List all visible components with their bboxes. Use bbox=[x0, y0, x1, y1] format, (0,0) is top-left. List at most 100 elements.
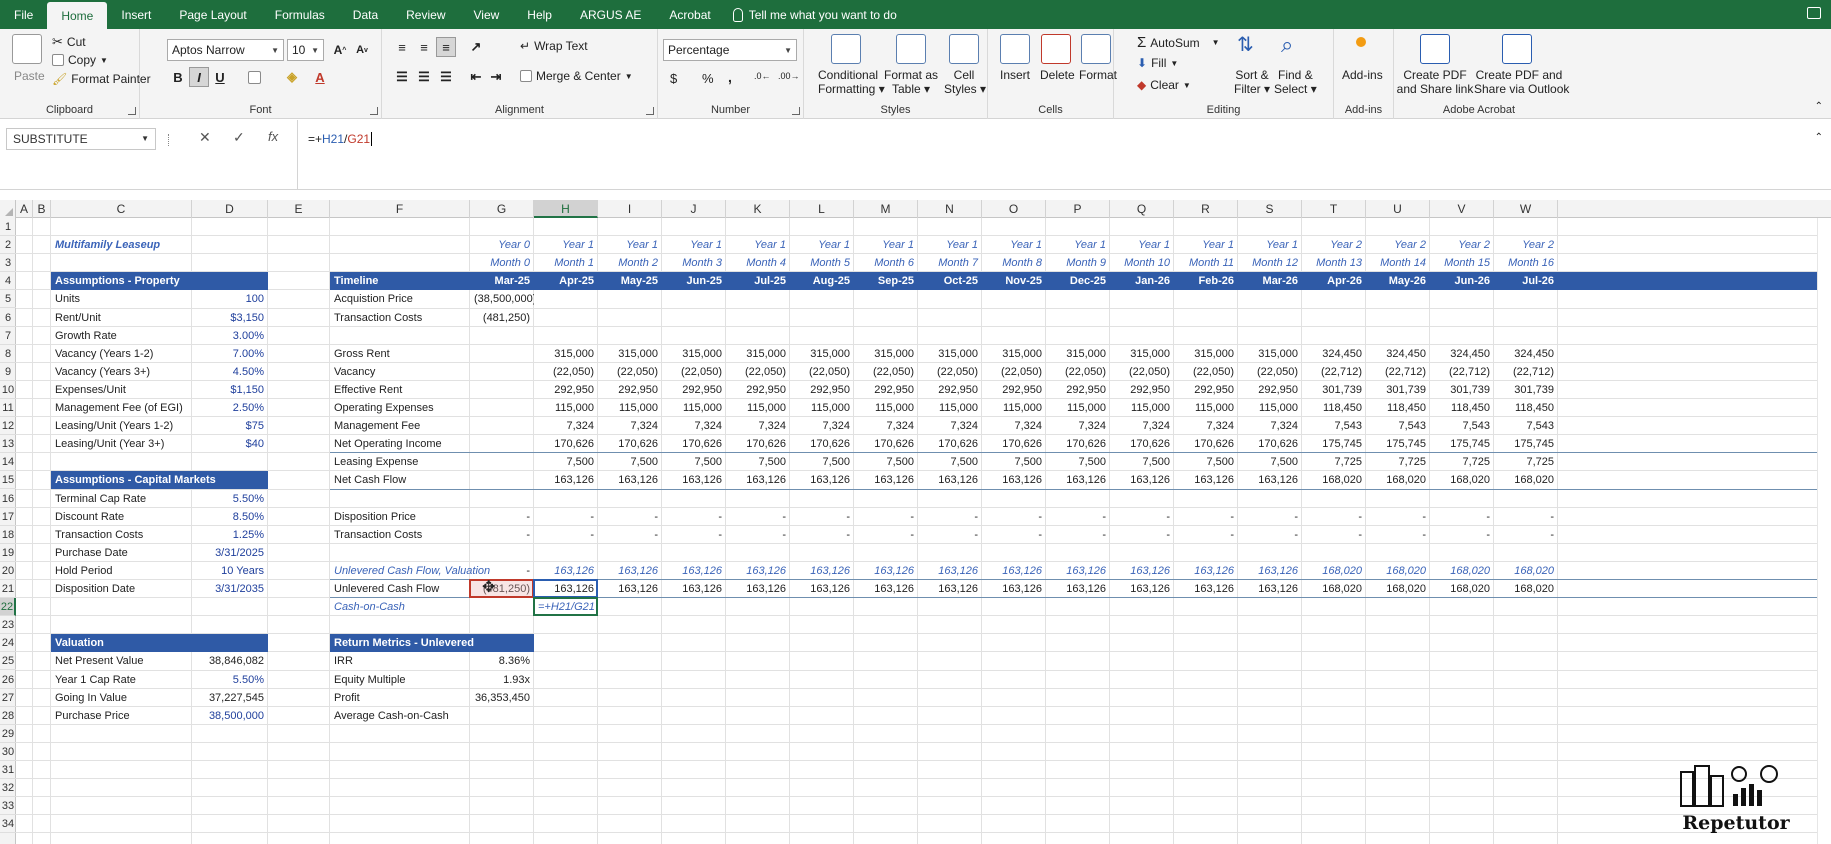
ucf-value[interactable]: 168,020 bbox=[1430, 580, 1494, 598]
cf-value[interactable]: 175,745 bbox=[1366, 435, 1430, 453]
cf-value[interactable]: 324,450 bbox=[1494, 345, 1558, 363]
find-select-button[interactable]: Find & Select ▾ bbox=[1274, 68, 1317, 96]
row-header-31[interactable]: 31 bbox=[0, 761, 16, 779]
indent-increase-icon[interactable]: ⇥ bbox=[486, 67, 506, 87]
cf-value[interactable]: (22,712) bbox=[1494, 363, 1558, 381]
create-pdf-share-button[interactable]: Create PDF and Share link bbox=[1394, 68, 1476, 96]
cf-value[interactable]: (22,050) bbox=[1110, 363, 1174, 381]
align-right-icon[interactable]: ☰ bbox=[436, 67, 456, 87]
timeline-month[interactable]: Month 16 bbox=[1494, 254, 1558, 272]
row-header-30[interactable]: 30 bbox=[0, 743, 16, 761]
cf-value[interactable]: (22,050) bbox=[662, 363, 726, 381]
font-family-select[interactable]: Aptos Narrow ▼ bbox=[167, 39, 284, 61]
menu-argus-ae[interactable]: ARGUS AE bbox=[566, 0, 655, 29]
menu-page-layout[interactable]: Page Layout bbox=[165, 0, 260, 29]
paste-icon[interactable] bbox=[12, 34, 42, 64]
format-as-table-icon[interactable] bbox=[896, 34, 926, 64]
cf-value[interactable]: 315,000 bbox=[534, 345, 598, 363]
cf-value[interactable]: 7,500 bbox=[918, 453, 982, 471]
cf-value[interactable]: 7,500 bbox=[1238, 453, 1302, 471]
dash-cell[interactable]: - bbox=[1494, 508, 1558, 526]
timeline-year[interactable]: Year 1 bbox=[918, 236, 982, 254]
pdf-share-icon[interactable] bbox=[1420, 34, 1450, 64]
timeline-month[interactable]: Month 11 bbox=[1174, 254, 1238, 272]
row-header-6[interactable]: 6 bbox=[0, 309, 16, 327]
capital-value[interactable]: 1.25% bbox=[192, 526, 268, 544]
cf-value[interactable]: 292,950 bbox=[1238, 381, 1302, 399]
timeline-month[interactable]: Month 5 bbox=[790, 254, 854, 272]
ucf-valuation-value[interactable]: 163,126 bbox=[790, 562, 854, 580]
timeline-year[interactable]: Year 1 bbox=[790, 236, 854, 254]
valuation-value[interactable]: 38,846,082 bbox=[192, 652, 268, 670]
timeline-date[interactable]: Jul-26 bbox=[1494, 272, 1558, 291]
cf-value[interactable]: 118,450 bbox=[1430, 399, 1494, 417]
cf-value[interactable]: 7,543 bbox=[1430, 417, 1494, 435]
row-header-27[interactable]: 27 bbox=[0, 689, 16, 707]
valuation-label[interactable]: Net Present Value bbox=[51, 652, 192, 670]
cf-value[interactable]: 163,126 bbox=[1046, 471, 1110, 489]
cell-styles-icon[interactable] bbox=[949, 34, 979, 64]
capital-label[interactable]: Hold Period bbox=[51, 562, 192, 580]
cf-label[interactable]: Effective Rent bbox=[330, 381, 470, 399]
tell-me-search[interactable]: Tell me what you want to do bbox=[725, 7, 897, 22]
cf-value[interactable]: 7,500 bbox=[1110, 453, 1174, 471]
cf-value[interactable]: 292,950 bbox=[1174, 381, 1238, 399]
cf-value[interactable]: 7,324 bbox=[598, 417, 662, 435]
dash-cell[interactable]: - bbox=[790, 508, 854, 526]
cf-label[interactable]: Net Operating Income bbox=[330, 435, 470, 453]
align-top-icon[interactable]: ≡ bbox=[392, 37, 412, 57]
ucf-valuation-value[interactable]: 168,020 bbox=[1302, 562, 1366, 580]
cf-value[interactable]: 315,000 bbox=[1046, 345, 1110, 363]
ucf-valuation-value[interactable]: 163,126 bbox=[662, 562, 726, 580]
assumption-value[interactable]: $3,150 bbox=[192, 309, 268, 327]
comma-icon[interactable]: , bbox=[728, 69, 732, 85]
column-header-v[interactable]: V bbox=[1430, 200, 1494, 218]
cf-value[interactable]: 170,626 bbox=[1238, 435, 1302, 453]
ucf-value[interactable]: 163,126 bbox=[1174, 580, 1238, 598]
row-header-18[interactable]: 18 bbox=[0, 526, 16, 544]
assumption-value[interactable]: 3.00% bbox=[192, 327, 268, 345]
format-painter-button[interactable]: 🖌 Format Painter bbox=[52, 72, 151, 86]
cf-value[interactable]: 163,126 bbox=[918, 471, 982, 489]
dash-cell[interactable]: - bbox=[790, 526, 854, 544]
row-header-24[interactable]: 24 bbox=[0, 634, 16, 653]
return-metrics-header[interactable]: Return Metrics - Unlevered bbox=[330, 634, 534, 653]
cf-value[interactable]: 118,450 bbox=[1366, 399, 1430, 417]
cf-value[interactable]: 170,626 bbox=[534, 435, 598, 453]
borders-icon[interactable] bbox=[244, 67, 264, 87]
ucf-value[interactable]: 163,126 bbox=[1110, 580, 1174, 598]
cf-value[interactable]: 315,000 bbox=[854, 345, 918, 363]
valuation-value[interactable]: 38,500,000 bbox=[192, 707, 268, 725]
cancel-icon[interactable]: ✕ bbox=[199, 129, 211, 146]
row-header-8[interactable]: 8 bbox=[0, 345, 16, 363]
row-header-10[interactable]: 10 bbox=[0, 381, 16, 399]
ucf-label[interactable]: Unlevered Cash Flow bbox=[330, 580, 470, 598]
cf-value[interactable]: (22,050) bbox=[1238, 363, 1302, 381]
cf-value[interactable]: 7,324 bbox=[1238, 417, 1302, 435]
dash-cell[interactable]: - bbox=[470, 526, 534, 544]
valuation-value[interactable]: 5.50% bbox=[192, 671, 268, 689]
capital-label[interactable]: Discount Rate bbox=[51, 508, 192, 526]
menu-acrobat[interactable]: Acrobat bbox=[655, 0, 724, 29]
assumption-value[interactable]: 4.50% bbox=[192, 363, 268, 381]
cf-value[interactable]: 170,626 bbox=[1046, 435, 1110, 453]
timeline-year[interactable]: Year 2 bbox=[1430, 236, 1494, 254]
timeline-date[interactable]: Mar-26 bbox=[1238, 272, 1302, 291]
cf-value[interactable]: 170,626 bbox=[1110, 435, 1174, 453]
ucf-valuation-value[interactable]: 168,020 bbox=[1494, 562, 1558, 580]
assumption-value[interactable]: 100 bbox=[192, 290, 268, 308]
fill-button[interactable]: ⬇ Fill ▼ bbox=[1137, 56, 1178, 70]
cf-value[interactable]: 7,500 bbox=[534, 453, 598, 471]
cf-value[interactable]: 7,324 bbox=[1174, 417, 1238, 435]
conditional-formatting-icon[interactable] bbox=[831, 34, 861, 64]
cf-value[interactable]: 115,000 bbox=[1174, 399, 1238, 417]
dash-cell[interactable]: - bbox=[1430, 526, 1494, 544]
cf-label[interactable]: Operating Expenses bbox=[330, 399, 470, 417]
cf-value[interactable]: 7,324 bbox=[534, 417, 598, 435]
cf-value[interactable]: 315,000 bbox=[598, 345, 662, 363]
sheet-title[interactable]: Multifamily Leaseup bbox=[51, 236, 268, 254]
format-button[interactable]: Format bbox=[1079, 68, 1117, 82]
cf-value[interactable]: 292,950 bbox=[726, 381, 790, 399]
cf-value[interactable]: 170,626 bbox=[982, 435, 1046, 453]
timeline-month[interactable]: Month 8 bbox=[982, 254, 1046, 272]
